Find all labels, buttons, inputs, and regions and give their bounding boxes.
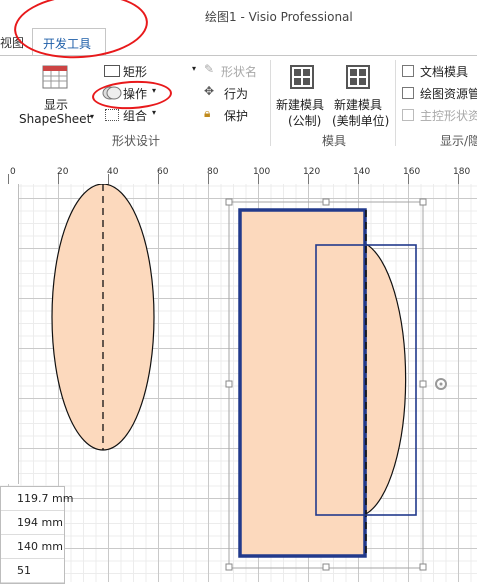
ruler-gap — [0, 150, 477, 166]
ruler-label: 20 — [57, 167, 69, 177]
selection-handle — [322, 198, 330, 206]
width-value: 119.7 mm — [17, 492, 74, 505]
selection-handle — [225, 380, 233, 388]
shapesheet-label-2: ShapeSheet — [19, 112, 92, 126]
width-field[interactable]: 119.7 mm — [1, 487, 73, 511]
ruler-tick — [8, 174, 9, 184]
checkbox-icon — [402, 87, 414, 99]
selection-handle — [419, 198, 427, 206]
group-label-shape-design: 形状设计 — [112, 134, 161, 148]
ruler-label: 60 — [157, 167, 169, 177]
ruler-label: 120 — [303, 167, 321, 177]
height-field[interactable]: 194 mm — [1, 511, 64, 535]
window-title: 绘图1 - Visio Professional — [205, 10, 353, 24]
rectangle-icon — [104, 65, 120, 77]
rectangle-button[interactable]: 矩形 ▾ — [102, 62, 198, 80]
chevron-down-icon: ▾ — [192, 64, 197, 73]
document-stencil-label: 文档模具 — [420, 65, 469, 79]
horizontal-ruler[interactable]: 0 20 40 60 80 100 120 140 160 180 — [0, 166, 477, 185]
rectangle-label: 矩形 — [123, 65, 148, 79]
new-stencil-metric-button[interactable]: 新建模具 (公制) — [276, 62, 330, 128]
ruler-label: 40 — [107, 167, 119, 177]
document-stencil-checkbox[interactable]: 文档模具 — [402, 62, 477, 80]
master-explorer-checkbox: 主控形状资 — [402, 106, 477, 124]
drawing-canvas[interactable] — [0, 184, 477, 582]
rectangle-shape — [238, 208, 367, 558]
ruler-label: 80 — [207, 167, 219, 177]
height-value: 194 mm — [17, 516, 63, 529]
drawing-shapes — [51, 184, 447, 571]
show-shapesheet-button[interactable]: 显示 ShapeSheet ▾ — [14, 62, 94, 128]
behavior-button[interactable]: ✥ 行为 — [204, 84, 254, 102]
stencil-icon — [290, 65, 314, 89]
new-stencil-us-button[interactable]: 新建模具 (美制单位) — [332, 62, 394, 128]
new-stencil-us-label-2: (美制单位) — [332, 114, 390, 128]
protect-button[interactable]: 🔒︎ 保护 — [204, 106, 254, 124]
stencil-icon — [346, 65, 370, 89]
ruler-label: 0 — [10, 167, 16, 177]
angle-value: 51 — [17, 564, 31, 577]
selection-handle — [225, 563, 233, 571]
ruler-label: 180 — [453, 167, 471, 177]
size-position-panel: 119.7 mm 194 mm 140 mm 51 — [0, 486, 73, 584]
ruler-label: 160 — [403, 167, 421, 177]
group-separator — [395, 60, 396, 146]
group-label-show-hide: 显示/隐 — [440, 134, 477, 148]
behavior-icon: ✥ — [204, 84, 215, 98]
angle-field[interactable]: 51 — [1, 559, 64, 583]
new-stencil-metric-label-1: 新建模具 — [276, 98, 325, 112]
group-label-stencil: 模具 — [322, 134, 347, 148]
drawing-explorer-label: 绘图资源管 — [420, 87, 477, 101]
new-stencil-us-label-1: 新建模具 — [334, 98, 383, 112]
new-stencil-metric-label-2: (公制) — [288, 114, 322, 128]
chevron-down-icon: ▾ — [90, 112, 95, 121]
shapesheet-icon — [42, 65, 68, 89]
drawing-explorer-checkbox[interactable]: 绘图资源管 — [402, 84, 477, 102]
group-icon — [105, 109, 119, 121]
selection-handle — [419, 563, 427, 571]
master-explorer-label: 主控形状资 — [420, 109, 477, 123]
shapesheet-label-1: 显示 — [44, 98, 69, 112]
group-separator — [270, 60, 271, 146]
half-ellipse-shape — [365, 242, 407, 516]
shape-name-icon: ✎ — [204, 62, 215, 76]
ruler-label: 100 — [253, 167, 271, 177]
behavior-label: 行为 — [224, 87, 249, 101]
shape-name-label: 形状名 — [221, 65, 258, 79]
chevron-down-icon: ▾ — [152, 108, 157, 117]
position-value: 140 mm — [17, 540, 63, 553]
protect-label: 保护 — [224, 109, 249, 123]
position-field[interactable]: 140 mm — [1, 535, 64, 559]
lock-icon: 🔒︎ — [204, 106, 211, 120]
checkbox-icon — [402, 109, 414, 121]
selection-handle — [419, 380, 427, 388]
checkbox-icon — [402, 65, 414, 77]
vertical-ruler[interactable] — [0, 184, 19, 484]
shape-name-button: ✎ 形状名 — [204, 62, 266, 80]
group-label: 组合 — [123, 109, 148, 123]
selection-handle — [225, 198, 233, 206]
selection-handle — [322, 563, 330, 571]
ruler-label: 140 — [353, 167, 371, 177]
